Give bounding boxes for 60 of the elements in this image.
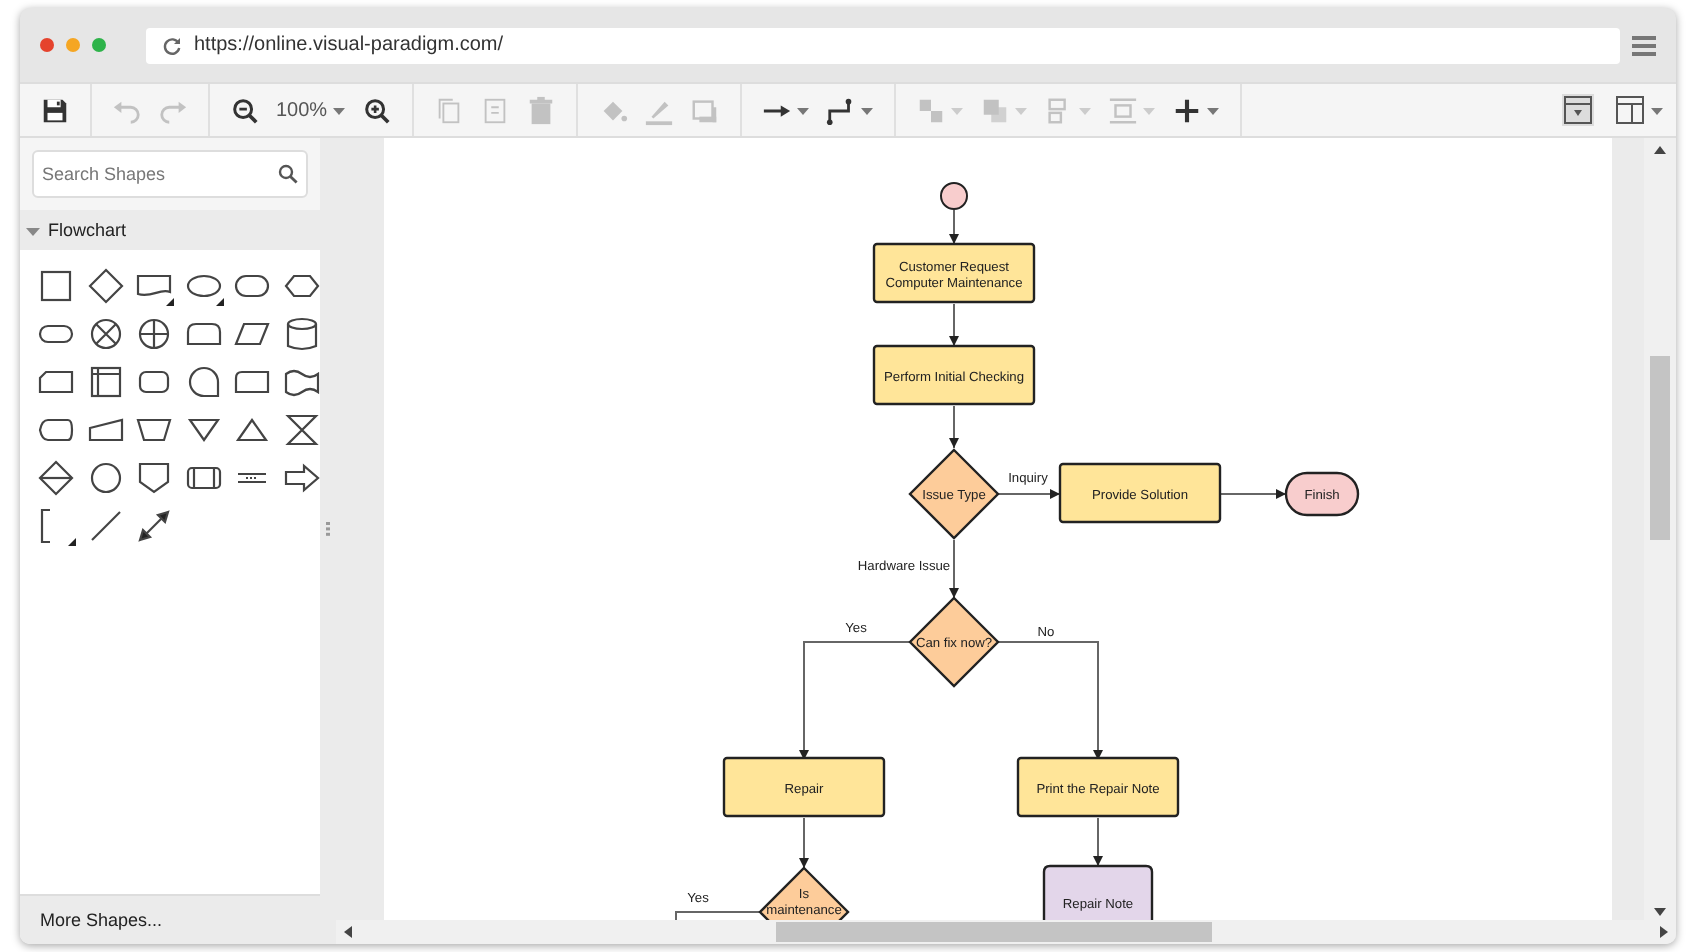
window-control-dot[interactable]	[40, 38, 54, 52]
search-field[interactable]: Search Shapes	[32, 150, 308, 198]
caret-icon[interactable]	[1205, 103, 1220, 117]
connector-icon[interactable]	[825, 95, 856, 125]
scroll-left-icon[interactable]	[344, 926, 352, 938]
address-bar[interactable]: https://online.visual-paradigm.com/	[146, 27, 1620, 63]
connector-arrow	[997, 489, 1061, 499]
scroll-right-icon[interactable]	[1660, 926, 1668, 938]
block-arrow-icon[interactable]	[281, 458, 321, 498]
zoom-out-icon[interactable]	[230, 95, 260, 125]
hourglass-icon[interactable]	[281, 410, 321, 450]
start-node	[940, 182, 968, 210]
bracket-icon[interactable]	[36, 506, 76, 546]
connector-arrow	[949, 303, 959, 347]
connector-arrow	[949, 209, 959, 245]
plus-icon[interactable]	[1171, 95, 1202, 125]
storage-icon[interactable]	[85, 362, 125, 402]
panel-icon[interactable]	[1562, 94, 1594, 126]
off-page-icon[interactable]	[134, 458, 174, 498]
reload-icon[interactable]	[162, 35, 182, 55]
save-icon[interactable]	[40, 95, 70, 125]
connector-arrow	[1093, 817, 1103, 867]
connector-arrow	[949, 405, 959, 449]
connector-arrow	[799, 817, 809, 869]
circle-tail-icon[interactable]	[183, 362, 223, 402]
caret-icon[interactable]	[859, 103, 874, 117]
more-shapes-link[interactable]: More Shapes...	[20, 894, 320, 944]
decision-diamond	[908, 448, 1000, 540]
vertical-scrollbar[interactable]	[1644, 138, 1676, 920]
connector-arrow	[1219, 489, 1287, 499]
document-shape	[1042, 864, 1154, 920]
window-control-dot[interactable]	[92, 38, 106, 52]
cylinder-icon[interactable]	[281, 314, 321, 354]
caret-icon[interactable]	[331, 103, 346, 117]
connector-arrow	[997, 641, 1103, 761]
section-header[interactable]: Flowchart	[48, 220, 127, 240]
connector-arrow	[949, 539, 959, 599]
caret-icon[interactable]	[1650, 103, 1664, 117]
horizontal-scrollbar[interactable]	[336, 920, 1676, 944]
scroll-down-icon[interactable]	[1654, 908, 1666, 916]
circle-plus-icon[interactable]	[134, 314, 174, 354]
diamond-icon[interactable]	[85, 266, 125, 306]
end-node	[1284, 471, 1360, 517]
zoom-in-icon[interactable]	[361, 95, 392, 125]
decision-diamond	[908, 596, 1000, 688]
search-icon[interactable]	[278, 164, 298, 184]
menu-icon[interactable]	[1632, 35, 1656, 55]
connector-arrow	[799, 641, 911, 761]
circle-cross-icon[interactable]	[85, 314, 125, 354]
layout-icon[interactable]	[1614, 94, 1646, 126]
double-arrow-line-icon[interactable]	[134, 506, 174, 546]
scrollbar-thumb[interactable]	[1650, 356, 1670, 540]
window-control-dot[interactable]	[66, 38, 80, 52]
sort-diamond-icon[interactable]	[36, 458, 76, 498]
circle-icon[interactable]	[85, 458, 125, 498]
zoom-level[interactable]: 100%	[276, 99, 328, 121]
scrollbar-thumb[interactable]	[776, 922, 1212, 942]
caret-icon[interactable]	[795, 103, 810, 117]
scroll-up-icon[interactable]	[1654, 146, 1666, 154]
rectangle-icon[interactable]	[36, 266, 76, 306]
